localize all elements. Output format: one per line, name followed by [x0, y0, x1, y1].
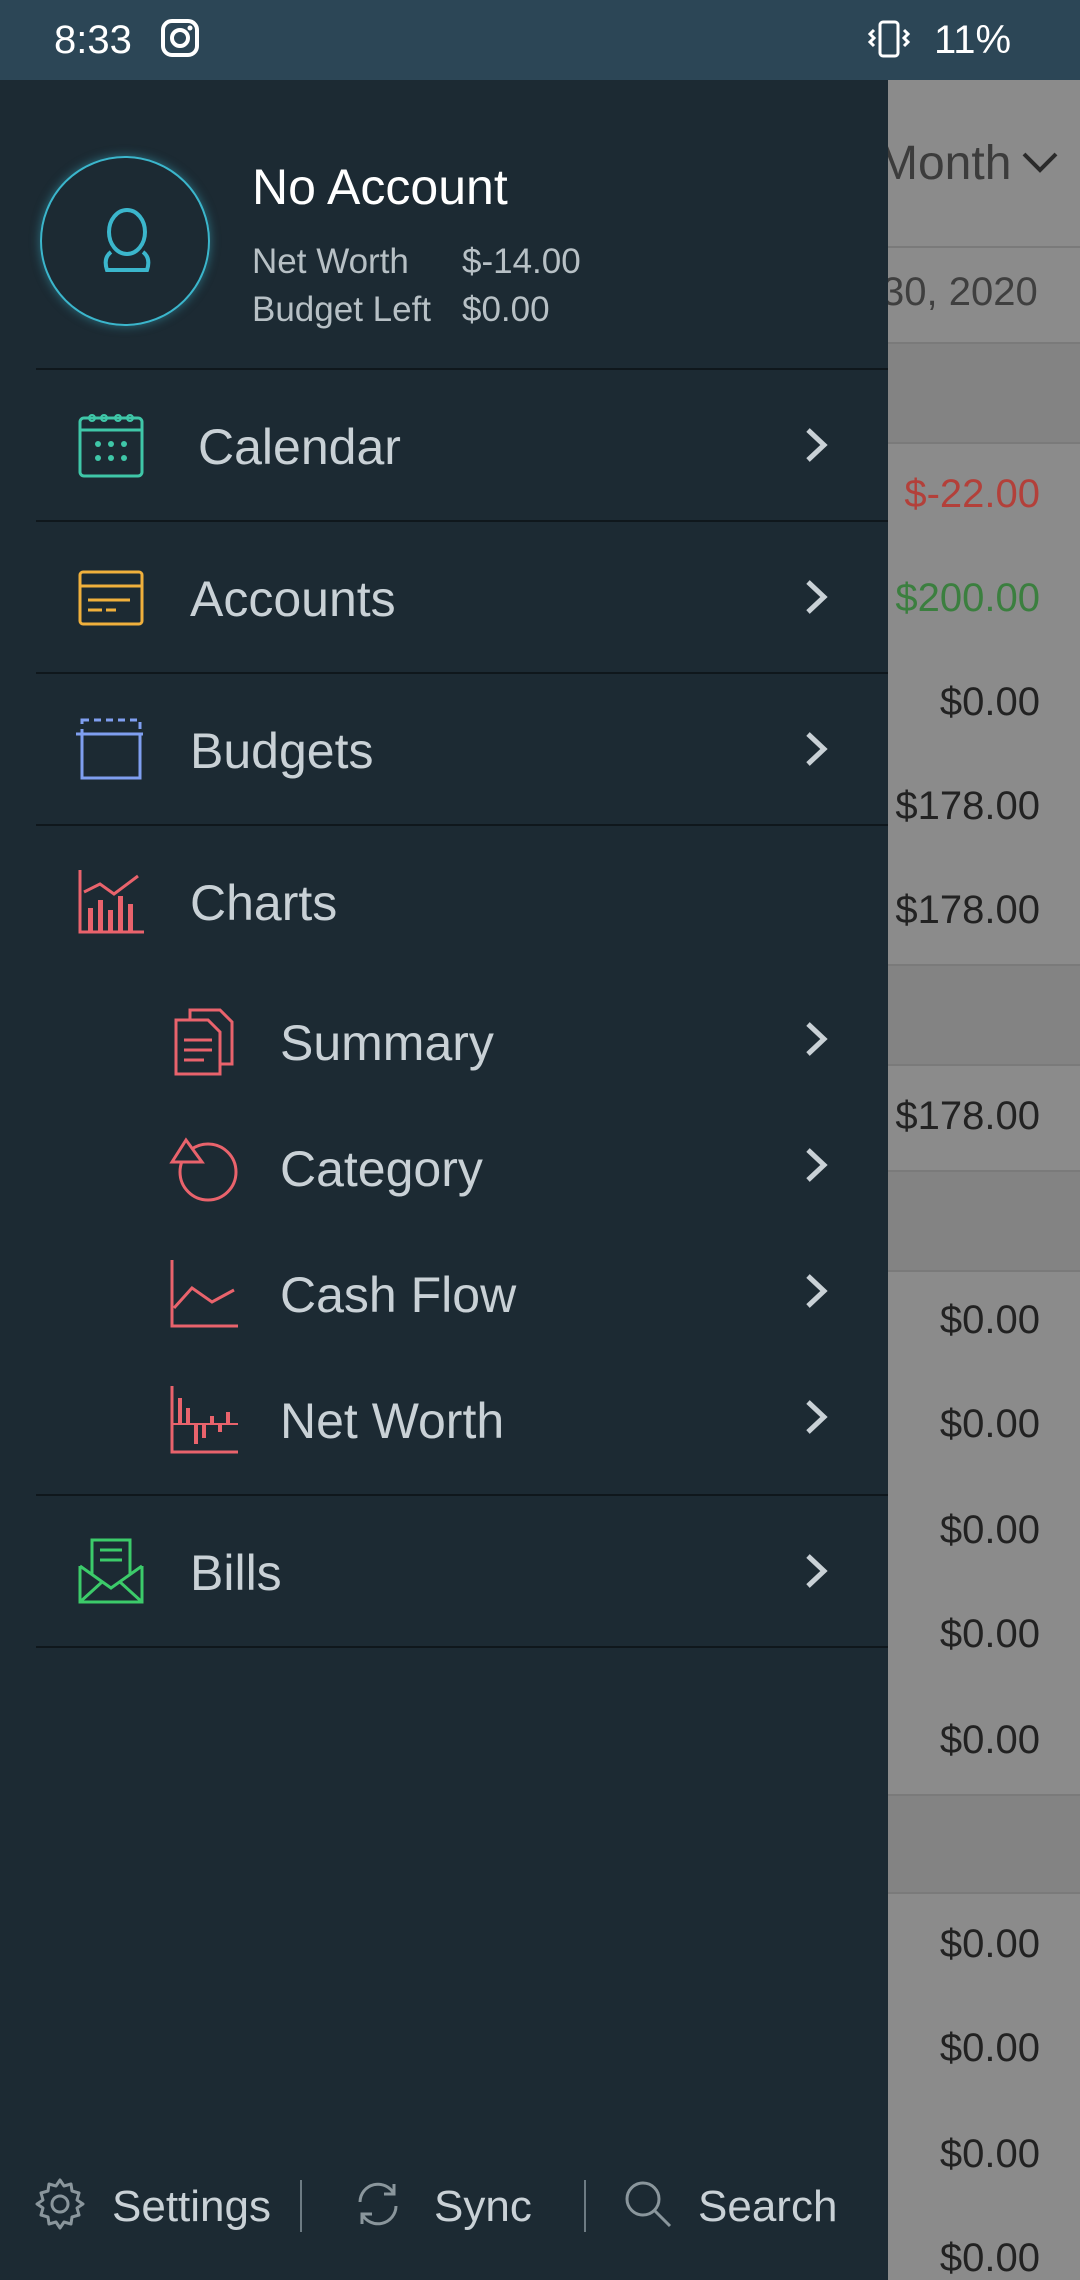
pie-chart-icon — [169, 1137, 238, 1202]
bills-icon — [78, 1538, 144, 1604]
chevron-right-icon — [806, 428, 828, 462]
chevron-right-icon — [806, 732, 828, 766]
divider — [888, 1892, 1080, 1894]
divider — [36, 1646, 888, 1648]
status-time: 8:33 — [54, 18, 132, 62]
menu-item-charts[interactable]: Charts — [0, 826, 888, 976]
charts-icon — [78, 870, 144, 934]
menu-item-accounts[interactable]: Accounts — [0, 522, 888, 672]
bg-value: $0.00 — [939, 2236, 1040, 2280]
menu-item-bills[interactable]: Bills — [0, 1496, 888, 1646]
bg-value: $0.00 — [939, 2132, 1040, 2176]
battery-level: 11% — [934, 18, 1012, 62]
instagram-icon — [161, 19, 199, 57]
bg-value: $0.00 — [939, 2026, 1040, 2070]
user-icon — [103, 208, 151, 272]
menu-label: Summary — [280, 1015, 494, 1071]
sync-icon — [358, 2182, 398, 2226]
account-name: No Account — [252, 159, 508, 215]
net-worth-row: Net Worth $-14.00 — [252, 242, 581, 282]
chevron-right-icon — [806, 1148, 828, 1182]
status-bar: 8:33 11% — [0, 0, 1080, 80]
menu-label: Accounts — [190, 571, 396, 627]
bg-date: 30, 2020 — [888, 270, 1038, 314]
sync-button[interactable]: Sync — [350, 2176, 550, 2236]
net-worth-value: $-14.00 — [462, 242, 581, 281]
search-label: Search — [698, 2182, 838, 2231]
menu-item-budgets[interactable]: Budgets — [0, 674, 888, 824]
bg-header: Month — [888, 80, 1080, 248]
line-chart-icon — [170, 1260, 238, 1328]
bg-value: $0.00 — [939, 680, 1040, 724]
menu-item-cash-flow[interactable]: Cash Flow — [0, 1228, 888, 1354]
bg-value: $178.00 — [895, 1094, 1040, 1138]
calendar-icon — [78, 414, 144, 478]
menu-item-category[interactable]: Category — [0, 1102, 888, 1228]
menu-item-summary[interactable]: Summary — [0, 976, 888, 1102]
chevron-right-icon — [806, 1554, 828, 1588]
budgets-icon — [76, 718, 146, 780]
budget-left-row: Budget Left $0.00 — [252, 290, 550, 330]
budget-left-value: $0.00 — [462, 290, 550, 329]
accounts-icon — [78, 570, 144, 626]
divider — [888, 1270, 1080, 1272]
menu-label: Bills — [190, 1545, 282, 1601]
gear-icon — [35, 2178, 85, 2230]
bg-value: $178.00 — [895, 784, 1040, 828]
bg-value: $200.00 — [895, 576, 1040, 620]
bg-period-label: Month — [888, 137, 1012, 190]
bg-value: $0.00 — [939, 1718, 1040, 1762]
menu-item-calendar[interactable]: Calendar — [0, 370, 888, 520]
background-app-scrim[interactable]: Month 30, 2020 $-22.00 $200.00 $0.00 $17… — [888, 80, 1080, 2280]
avatar[interactable] — [40, 156, 210, 326]
divider — [888, 1064, 1080, 1066]
menu-label: Charts — [190, 875, 338, 931]
bg-value: $-22.00 — [904, 472, 1040, 516]
bg-section-band — [888, 344, 1080, 442]
bg-value: $0.00 — [939, 1612, 1040, 1656]
divider — [300, 2180, 302, 2232]
menu-label: Category — [280, 1141, 483, 1197]
menu-item-net-worth[interactable]: Net Worth — [0, 1354, 888, 1480]
divider — [888, 442, 1080, 444]
search-icon — [625, 2181, 672, 2228]
bg-value: $178.00 — [895, 888, 1040, 932]
budget-left-label: Budget Left — [252, 290, 432, 329]
search-button[interactable]: Search — [620, 2176, 870, 2236]
menu-label: Net Worth — [280, 1393, 505, 1449]
divider — [584, 2180, 586, 2232]
vibrate-icon — [867, 20, 911, 58]
chevron-right-icon — [806, 580, 828, 614]
bg-value: $0.00 — [939, 1402, 1040, 1446]
chevron-right-icon — [806, 1022, 828, 1056]
bg-value: $0.00 — [939, 1298, 1040, 1342]
chevron-right-icon — [806, 1400, 828, 1434]
menu-label: Calendar — [198, 419, 401, 475]
bg-value: $0.00 — [939, 1922, 1040, 1966]
bg-value: $0.00 — [939, 1508, 1040, 1552]
bg-section-band — [888, 1796, 1080, 1892]
net-worth-label: Net Worth — [252, 242, 409, 281]
navigation-drawer: No Account Net Worth $-14.00 Budget Left… — [0, 80, 888, 2280]
bg-section-band — [888, 966, 1080, 1064]
bar-chart-icon — [170, 1386, 238, 1454]
settings-label: Settings — [112, 2182, 271, 2231]
chevron-right-icon — [806, 1274, 828, 1308]
menu-label: Cash Flow — [280, 1267, 517, 1323]
bg-section-band — [888, 1172, 1080, 1270]
summary-icon — [174, 1008, 234, 1076]
menu-label: Budgets — [190, 723, 374, 779]
settings-button[interactable]: Settings — [32, 2176, 282, 2236]
chevron-down-icon — [1022, 152, 1058, 173]
sync-label: Sync — [434, 2182, 532, 2231]
